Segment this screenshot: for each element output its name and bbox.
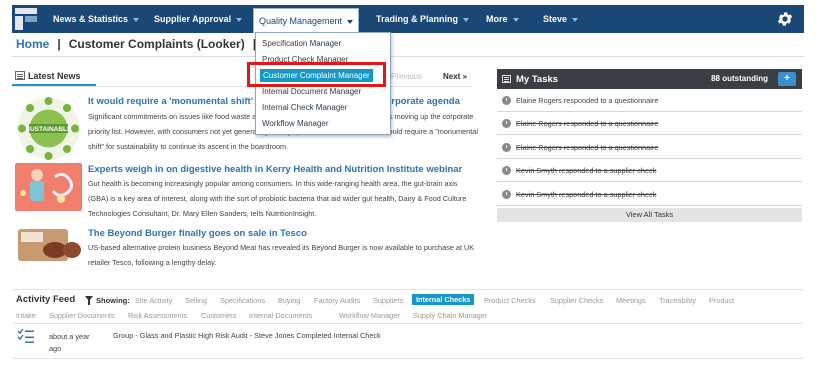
feed-filter-supply-chain-manager[interactable]: Supply Chain Manager: [413, 311, 487, 320]
menu-item-workflow-manager[interactable]: Workflow Manager: [262, 119, 329, 128]
selection-highlight-box: [247, 62, 386, 87]
top-navbar: News & Statistics Supplier Approval Qual…: [12, 5, 804, 33]
clock-icon: [502, 190, 511, 199]
my-tasks-title: My Tasks: [516, 74, 559, 85]
task-text: Kevin Smyth responded to a supplier chec…: [516, 190, 657, 199]
page-title: Customer Complaints (Looker): [68, 37, 245, 51]
clock-icon: [502, 119, 511, 128]
feed-filter-specifications[interactable]: Specifications: [220, 296, 265, 305]
feed-filter-product[interactable]: Product: [709, 296, 734, 305]
menu-item-internal-document-manager[interactable]: Internal Document Manager: [262, 87, 361, 96]
feed-filter-factory-audits[interactable]: Factory Audits: [314, 296, 360, 305]
article-title-link[interactable]: The Beyond Burger finally goes on sale i…: [88, 228, 307, 239]
task-row[interactable]: Kevin Smyth responded to a supplier chec…: [497, 160, 802, 182]
task-text: Kevin Smyth responded to a supplier chec…: [516, 166, 657, 175]
task-text: Elaine Rogers responded to a questionnai…: [516, 143, 659, 152]
my-tasks-header: My Tasks 88 outstanding +: [497, 69, 802, 89]
article-title-link[interactable]: Experts weigh in on digestive health in …: [88, 164, 462, 175]
feed-filter-buying[interactable]: Buying: [278, 296, 300, 305]
app-logo[interactable]: [15, 8, 37, 30]
clock-icon: [502, 96, 511, 105]
breadcrumb-home-link[interactable]: Home: [16, 37, 49, 51]
task-text: Elaine Rogers responded to a questionnai…: [516, 119, 659, 128]
chevron-down-icon: [463, 17, 470, 22]
feed-filter-risk-assessments[interactable]: Risk Assessments: [128, 311, 187, 320]
filter-icon: [85, 296, 93, 305]
feed-filter-supplier-checks[interactable]: Supplier Checks: [550, 296, 603, 305]
feed-filter-internal-documents[interactable]: Internal Documents: [249, 311, 312, 320]
chevron-down-icon: [347, 19, 354, 24]
feed-entry-text[interactable]: Group - Glass and Plastic High Risk Audi…: [113, 331, 381, 340]
news-next-link[interactable]: Next »: [443, 72, 467, 81]
nav-more[interactable]: More: [486, 5, 519, 33]
nav-news-statistics[interactable]: News & Statistics: [53, 5, 140, 33]
menu-item-internal-check-manager[interactable]: Internal Check Manager: [262, 103, 347, 112]
feed-entry-time: about a year ago: [49, 332, 90, 353]
nav-supplier-approval[interactable]: Supplier Approval: [154, 5, 243, 33]
clock-icon: [502, 143, 511, 152]
gut-health-illustration-icon[interactable]: [15, 163, 82, 211]
feed-filter-product-checks[interactable]: Product Checks: [484, 296, 536, 305]
feed-filter-traceability[interactable]: Traceability: [659, 296, 696, 305]
article-summary: Gut health is becoming increasingly popu…: [88, 179, 467, 218]
feed-filter-internal-checks[interactable]: Internal Checks: [412, 294, 475, 305]
add-task-button[interactable]: +: [778, 72, 796, 86]
tasks-list-icon: [502, 75, 511, 83]
nav-trading-planning[interactable]: Trading & Planning: [376, 5, 470, 33]
clock-icon: [502, 166, 511, 175]
svg-text:SUSTAINABLE: SUSTAINABLE: [26, 126, 72, 133]
divider: [12, 358, 804, 359]
chevron-down-icon: [236, 17, 243, 22]
task-row[interactable]: Elaine Rogers responded to a questionnai…: [497, 90, 802, 112]
task-row[interactable]: Elaine Rogers responded to a questionnai…: [497, 113, 802, 135]
nav-user-menu[interactable]: Steve: [543, 5, 579, 33]
feed-filter-supplier-documents[interactable]: Supplier Documents: [49, 311, 115, 320]
feed-filter-workflow-manager[interactable]: Workflow Manager: [339, 311, 400, 320]
chevron-down-icon: [512, 17, 519, 22]
divider: [12, 56, 804, 57]
divider: [12, 323, 804, 324]
checklist-icon: [17, 328, 34, 343]
breadcrumb: Home|Customer Complaints (Looker)|Mo: [16, 37, 281, 51]
divider: [12, 289, 804, 290]
news-previous-link[interactable]: Previous: [391, 72, 422, 81]
gear-icon[interactable]: [776, 10, 794, 28]
news-list-icon: [15, 71, 25, 80]
chevron-down-icon: [133, 17, 140, 22]
feed-filter-suppliers[interactable]: Suppliers: [373, 296, 403, 305]
tasks-outstanding-count: 88 outstanding: [711, 74, 768, 83]
latest-news-heading: Latest News: [28, 71, 81, 81]
nav-quality-management[interactable]: Quality Management: [253, 8, 360, 33]
feed-filter-site-activity[interactable]: Site Activity: [135, 296, 172, 305]
feed-filter-intake[interactable]: Intake: [16, 311, 36, 320]
view-all-tasks-button[interactable]: View All Tasks: [497, 208, 802, 222]
sustainable-badge-icon[interactable]: SUSTAINABLE: [15, 95, 82, 162]
chevron-down-icon: [572, 17, 579, 22]
task-row[interactable]: Kevin Smyth responded to a supplier chec…: [497, 184, 802, 206]
task-text: Elaine Rogers responded to a questionnai…: [516, 96, 659, 105]
task-row[interactable]: Elaine Rogers responded to a questionnai…: [497, 137, 802, 159]
feed-filter-customers[interactable]: Customers: [201, 311, 236, 320]
feed-filter-meetings[interactable]: Meetings: [616, 296, 646, 305]
divider: [12, 86, 472, 87]
menu-item-specification-manager[interactable]: Specification Manager: [262, 39, 341, 48]
showing-label: Showing:: [96, 296, 130, 305]
activity-feed-heading: Activity Feed: [16, 294, 76, 305]
feed-filter-selling[interactable]: Selling: [185, 296, 207, 305]
article-summary: US-based alternative protein business Be…: [88, 243, 475, 267]
burger-package-icon[interactable]: [15, 226, 82, 264]
